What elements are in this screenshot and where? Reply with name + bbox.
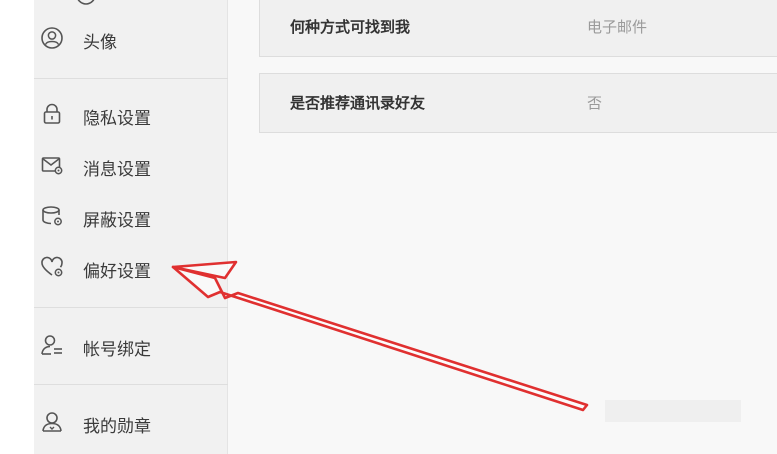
watermark: [605, 400, 741, 422]
setting-value[interactable]: 否: [587, 92, 602, 113]
medal-icon: [39, 409, 65, 435]
message-settings-icon: [39, 152, 65, 178]
settings-content: 何种方式可找到我 电子邮件 是否推荐通讯录好友 否: [228, 0, 777, 454]
sidebar-item-privacy[interactable]: 隐私设置: [34, 96, 228, 132]
sidebar-divider: [34, 307, 228, 308]
sidebar-item-message-settings[interactable]: 消息设置: [34, 147, 228, 183]
sidebar-item-block-settings[interactable]: 屏蔽设置: [34, 198, 228, 234]
setting-value[interactable]: 电子邮件: [587, 16, 647, 37]
left-margin: [0, 0, 34, 454]
sidebar-item-label: 帐号绑定: [83, 340, 151, 360]
setting-row-find-me[interactable]: 何种方式可找到我 电子邮件: [259, 0, 777, 57]
setting-row-recommend-contacts[interactable]: 是否推荐通讯录好友 否: [259, 73, 777, 133]
sidebar-item-account-binding[interactable]: 帐号绑定: [34, 327, 228, 363]
account-bind-icon: [39, 332, 65, 358]
sidebar-item-label: 偏好设置: [83, 262, 151, 282]
sidebar-item-label: 消息设置: [83, 160, 151, 180]
sidebar-item-label: 屏蔽设置: [83, 211, 151, 231]
sidebar-divider: [34, 78, 228, 79]
partial-top-icon: [73, 0, 99, 8]
heart-gear-icon: [39, 254, 65, 280]
setting-label: 是否推荐通讯录好友: [290, 94, 426, 112]
sidebar-item-preferences[interactable]: 偏好设置: [34, 249, 228, 285]
sidebar-divider: [34, 384, 228, 385]
sidebar-item-label: 头像: [83, 33, 117, 53]
sidebar: 头像 隐私设置 消息设置 屏蔽设置 偏好设置 帐号绑定 我的勋章: [34, 0, 228, 454]
sidebar-item-label: 隐私设置: [83, 109, 151, 129]
avatar-icon: [39, 25, 65, 51]
sidebar-item-avatar[interactable]: 头像: [34, 20, 228, 56]
sidebar-item-my-medals[interactable]: 我的勋章: [34, 404, 228, 440]
setting-label: 何种方式可找到我: [290, 18, 411, 36]
block-settings-icon: [39, 203, 65, 229]
lock-icon: [39, 101, 65, 127]
sidebar-item-label: 我的勋章: [83, 417, 151, 437]
